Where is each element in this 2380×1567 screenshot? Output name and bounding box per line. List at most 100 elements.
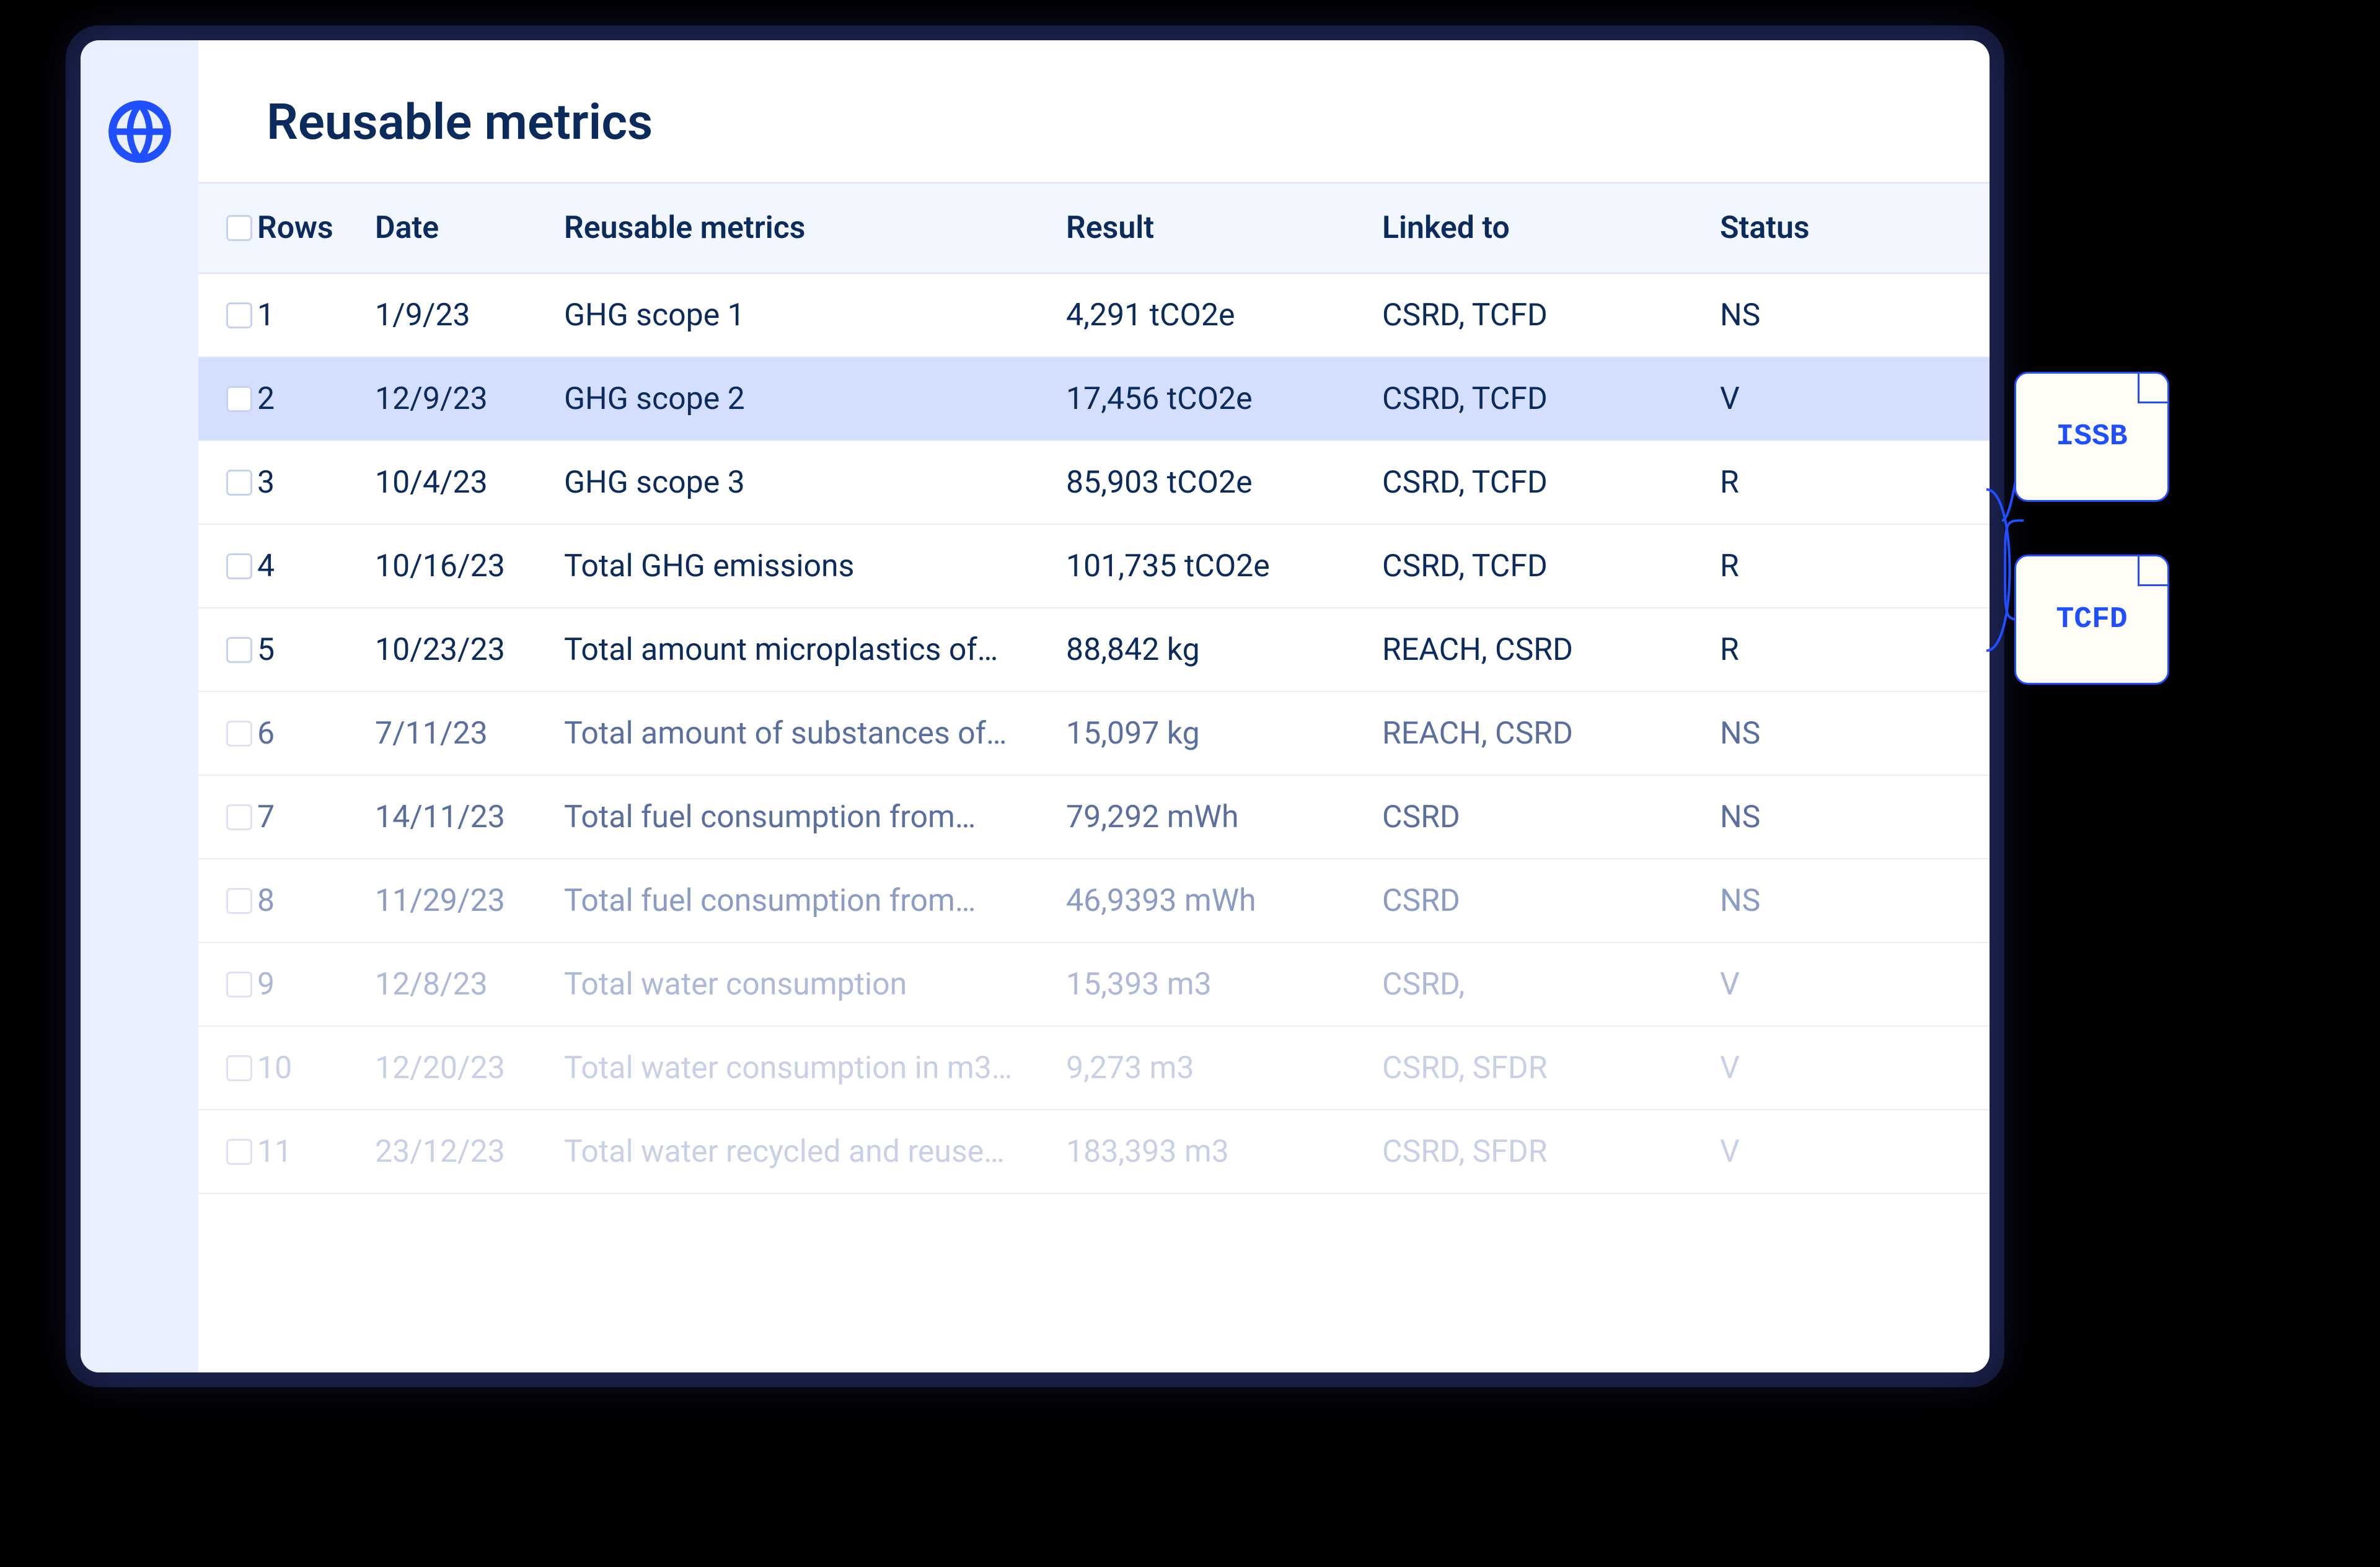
main-content: Reusable metrics Rows Date Reusable metr… xyxy=(198,40,1990,1372)
col-header-metric[interactable]: Reusable metrics xyxy=(564,210,1066,246)
cell-date: 1/9/23 xyxy=(375,297,564,333)
cell-date: 10/4/23 xyxy=(375,465,564,501)
page-title: Reusable metrics xyxy=(267,93,1990,151)
cell-status: NS xyxy=(1720,716,1990,752)
cell-linked: CSRD, SFDR xyxy=(1382,1134,1720,1170)
cell-date: 11/29/23 xyxy=(375,883,564,919)
table-row[interactable]: 10 12/20/23 Total water consumption in m… xyxy=(198,1027,1990,1110)
row-checkbox[interactable] xyxy=(226,386,252,412)
table-row[interactable]: 1 1/9/23 GHG scope 1 4,291 tCO2e CSRD, T… xyxy=(198,274,1990,358)
cell-result: 15,393 m3 xyxy=(1066,967,1382,1003)
cell-status: NS xyxy=(1720,297,1990,333)
globe-logo-icon xyxy=(107,99,172,164)
cell-status: R xyxy=(1720,548,1990,584)
cell-result: 9,273 m3 xyxy=(1066,1050,1382,1086)
row-checkbox[interactable] xyxy=(226,1139,252,1165)
tag-issb[interactable]: ISSB xyxy=(2014,372,2169,502)
cell-result: 85,903 tCO2e xyxy=(1066,465,1382,501)
cell-linked: REACH, CSRD xyxy=(1382,716,1720,752)
cell-linked: CSRD, TCFD xyxy=(1382,381,1720,417)
row-checkbox[interactable] xyxy=(226,721,252,747)
col-header-status[interactable]: Status xyxy=(1720,210,1990,246)
cell-result: 101,735 tCO2e xyxy=(1066,548,1382,584)
row-checkbox[interactable] xyxy=(226,888,252,914)
cell-status: NS xyxy=(1720,883,1990,919)
cell-metric: Total water consumption xyxy=(564,967,1066,1003)
cell-status: R xyxy=(1720,465,1990,501)
table-row[interactable]: 8 11/29/23 Total fuel consumption from… … xyxy=(198,859,1990,943)
cell-metric: Total water recycled and reuse… xyxy=(564,1134,1066,1170)
cell-date: 12/9/23 xyxy=(375,381,564,417)
cell-metric: GHG scope 3 xyxy=(564,465,1066,501)
select-all-checkbox[interactable] xyxy=(226,215,252,241)
cell-rownum: 1 xyxy=(257,297,375,333)
cell-metric: Total amount of substances of… xyxy=(564,716,1066,752)
cell-rownum: 11 xyxy=(257,1134,375,1170)
cell-date: 12/8/23 xyxy=(375,967,564,1003)
cell-rownum: 9 xyxy=(257,967,375,1003)
cell-linked: CSRD xyxy=(1382,799,1720,835)
table-row[interactable]: 5 10/23/23 Total amount microplastics of… xyxy=(198,608,1990,692)
cell-status: V xyxy=(1720,1134,1990,1170)
cell-linked: CSRD, TCFD xyxy=(1382,297,1720,333)
cell-rownum: 7 xyxy=(257,799,375,835)
col-header-rows[interactable]: Rows xyxy=(257,210,375,246)
cell-metric: Total GHG emissions xyxy=(564,548,1066,584)
cell-rownum: 10 xyxy=(257,1050,375,1086)
cell-linked: CSRD xyxy=(1382,883,1720,919)
cell-result: 183,393 m3 xyxy=(1066,1134,1382,1170)
cell-metric: Total fuel consumption from… xyxy=(564,883,1066,919)
cell-status: V xyxy=(1720,1050,1990,1086)
cell-metric: Total amount microplastics of… xyxy=(564,632,1066,668)
cell-rownum: 8 xyxy=(257,883,375,919)
cell-result: 15,097 kg xyxy=(1066,716,1382,752)
cell-linked: CSRD, SFDR xyxy=(1382,1050,1720,1086)
cell-status: R xyxy=(1720,632,1990,668)
cell-linked: CSRD, TCFD xyxy=(1382,548,1720,584)
tag-tcfd[interactable]: TCFD xyxy=(2014,555,2169,685)
table-row[interactable]: 11 23/12/23 Total water recycled and reu… xyxy=(198,1110,1990,1194)
cell-status: NS xyxy=(1720,799,1990,835)
row-checkbox[interactable] xyxy=(226,972,252,998)
row-checkbox[interactable] xyxy=(226,1055,252,1081)
cell-rownum: 2 xyxy=(257,381,375,417)
cell-metric: GHG scope 1 xyxy=(564,297,1066,333)
tag-label: ISSB xyxy=(2056,420,2127,454)
tag-label: TCFD xyxy=(2056,603,2127,636)
sidebar xyxy=(81,40,198,1372)
table-row[interactable]: 6 7/11/23 Total amount of substances of…… xyxy=(198,692,1990,776)
title-bar: Reusable metrics xyxy=(198,40,1990,182)
cell-result: 17,456 tCO2e xyxy=(1066,381,1382,417)
app-frame: Reusable metrics Rows Date Reusable metr… xyxy=(81,40,1990,1372)
table-body: 1 1/9/23 GHG scope 1 4,291 tCO2e CSRD, T… xyxy=(198,274,1990,1372)
table-row[interactable]: 3 10/4/23 GHG scope 3 85,903 tCO2e CSRD,… xyxy=(198,441,1990,525)
cell-result: 4,291 tCO2e xyxy=(1066,297,1382,333)
cell-rownum: 3 xyxy=(257,465,375,501)
cell-metric: GHG scope 2 xyxy=(564,381,1066,417)
cell-result: 79,292 mWh xyxy=(1066,799,1382,835)
table-header: Rows Date Reusable metrics Result Linked… xyxy=(198,182,1990,274)
col-header-result[interactable]: Result xyxy=(1066,210,1382,246)
cell-result: 46,9393 mWh xyxy=(1066,883,1382,919)
cell-date: 23/12/23 xyxy=(375,1134,564,1170)
table-row[interactable]: 9 12/8/23 Total water consumption 15,393… xyxy=(198,943,1990,1027)
table-row[interactable]: 7 14/11/23 Total fuel consumption from… … xyxy=(198,776,1990,859)
row-checkbox[interactable] xyxy=(226,470,252,496)
table-row[interactable]: 4 10/16/23 Total GHG emissions 101,735 t… xyxy=(198,525,1990,608)
cell-date: 10/23/23 xyxy=(375,632,564,668)
row-checkbox[interactable] xyxy=(226,302,252,328)
col-header-date[interactable]: Date xyxy=(375,210,564,246)
cell-rownum: 4 xyxy=(257,548,375,584)
linked-tags: ISSB TCFD xyxy=(2014,372,2169,685)
col-header-linked[interactable]: Linked to xyxy=(1382,210,1720,246)
table-row[interactable]: 2 12/9/23 GHG scope 2 17,456 tCO2e CSRD,… xyxy=(198,358,1990,441)
cell-date: 12/20/23 xyxy=(375,1050,564,1086)
cell-linked: CSRD, TCFD xyxy=(1382,465,1720,501)
cell-metric: Total fuel consumption from… xyxy=(564,799,1066,835)
row-checkbox[interactable] xyxy=(226,553,252,579)
row-checkbox[interactable] xyxy=(226,804,252,830)
row-checkbox[interactable] xyxy=(226,637,252,663)
cell-status: V xyxy=(1720,967,1990,1003)
cell-date: 10/16/23 xyxy=(375,548,564,584)
cell-date: 7/11/23 xyxy=(375,716,564,752)
